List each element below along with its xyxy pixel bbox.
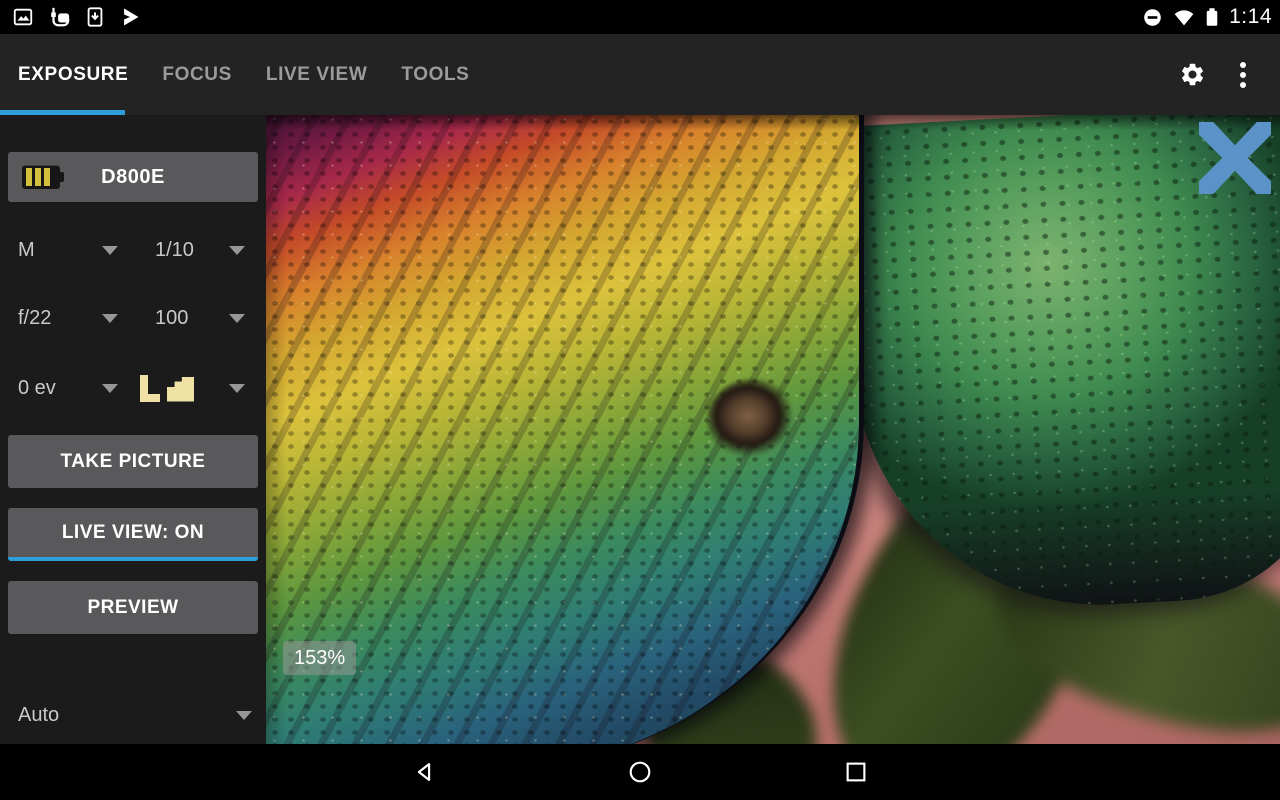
- quality-fine-glyph: [167, 376, 194, 402]
- battery-icon: [1206, 8, 1218, 26]
- preview-button[interactable]: PREVIEW: [8, 581, 258, 634]
- clock: 1:14: [1229, 5, 1272, 28]
- quality-large-glyph: [140, 374, 160, 402]
- exposure-compensation-value[interactable]: 0 ev: [18, 377, 95, 400]
- bottom-dropdown-icon: [236, 710, 252, 720]
- live-view-image[interactable]: 153%: [266, 115, 1280, 744]
- active-tab-indicator: [0, 110, 125, 115]
- settings-gear-icon[interactable]: [1179, 61, 1206, 88]
- photo-beetle-spot: [707, 379, 799, 461]
- download-notification-icon: [87, 7, 103, 27]
- camera-model-button[interactable]: D800E: [8, 152, 258, 202]
- do-not-disturb-icon: [1144, 8, 1161, 26]
- back-button[interactable]: [410, 758, 438, 786]
- status-bar-system-icons: 1:14: [1142, 5, 1272, 29]
- home-button[interactable]: [626, 758, 654, 786]
- image-notification-icon: [13, 8, 33, 26]
- shutter-speed-value[interactable]: 1/10: [125, 239, 215, 262]
- bottom-dropdown-value: Auto: [18, 703, 60, 726]
- shutter-speed-dropdown-icon[interactable]: [228, 245, 245, 255]
- iso-dropdown-icon[interactable]: [228, 313, 245, 323]
- iso-value[interactable]: 100: [125, 307, 215, 330]
- wifi-icon: [1174, 10, 1194, 26]
- zoom-level-badge: 153%: [283, 641, 357, 675]
- exposure-mode-value[interactable]: M: [18, 239, 95, 262]
- image-quality-dropdown-icon[interactable]: [228, 383, 245, 393]
- exposure-control-panel: D800E M 1/10 f/22 100 0 ev TAKE PICTURE …: [0, 115, 266, 744]
- android-navigation-bar: [0, 744, 1280, 800]
- aperture-dropdown-icon[interactable]: [102, 313, 118, 323]
- status-bar: 1:14: [0, 0, 1280, 34]
- image-quality-icon[interactable]: [140, 374, 215, 402]
- tab-focus[interactable]: FOCUS: [162, 64, 232, 86]
- toolbar-actions: [1179, 58, 1280, 92]
- tab-exposure[interactable]: EXPOSURE: [18, 64, 128, 86]
- app-toolbar: EXPOSURE FOCUS LIVE VIEW TOOLS: [0, 34, 1280, 115]
- take-picture-button[interactable]: TAKE PICTURE: [8, 435, 258, 488]
- camera-battery-icon: [22, 165, 64, 189]
- recents-button[interactable]: [842, 758, 870, 786]
- usb-otg-storage-icon: [51, 7, 70, 27]
- status-bar-notification-icons: [12, 6, 141, 28]
- aperture-value[interactable]: f/22: [18, 307, 95, 330]
- exposure-mode-dropdown-icon[interactable]: [102, 245, 118, 255]
- tab-bar: EXPOSURE FOCUS LIVE VIEW TOOLS: [0, 34, 469, 115]
- tab-live-view[interactable]: LIVE VIEW: [266, 64, 367, 86]
- exposure-compensation-dropdown-icon[interactable]: [102, 383, 118, 393]
- bottom-dropdown[interactable]: Auto: [0, 700, 266, 730]
- close-icon[interactable]: [1199, 122, 1271, 194]
- play-store-icon: [124, 8, 139, 26]
- android-screen: 1:14 EXPOSURE FOCUS LIVE VIEW TOOLS D800…: [0, 0, 1280, 800]
- tab-tools[interactable]: TOOLS: [401, 64, 469, 86]
- overflow-menu-icon[interactable]: [1236, 58, 1250, 92]
- live-view-toggle-button[interactable]: LIVE VIEW: ON: [8, 508, 258, 561]
